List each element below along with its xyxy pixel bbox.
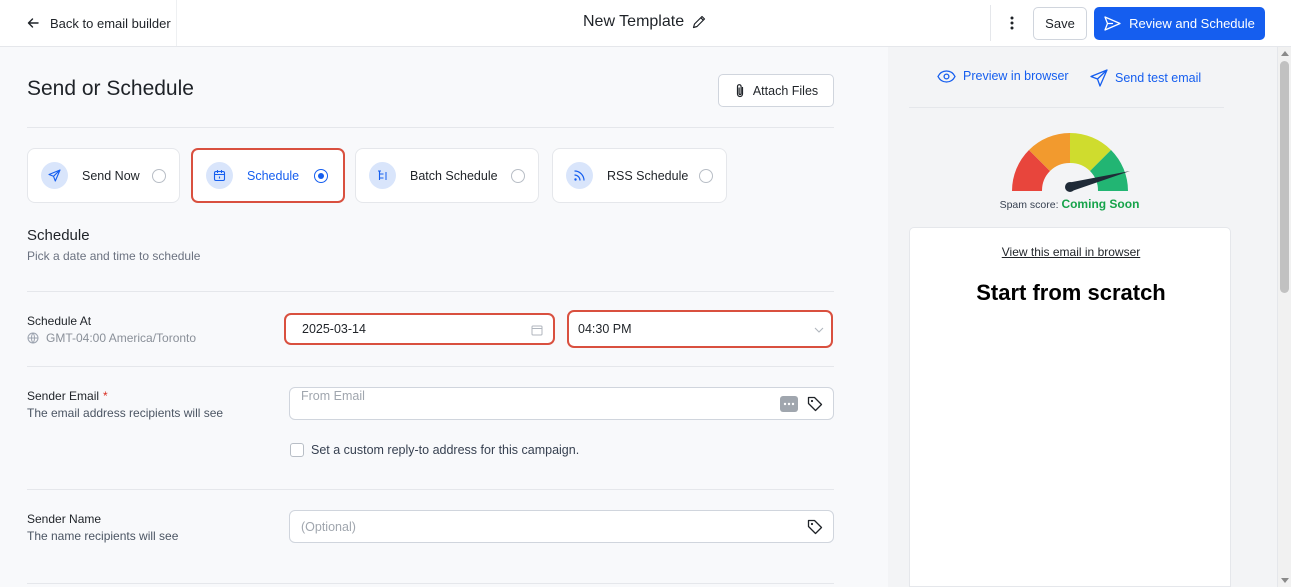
- globe-icon: [27, 332, 39, 344]
- scroll-thumb[interactable]: [1280, 61, 1289, 293]
- spam-gauge-icon: [1012, 133, 1130, 192]
- section-subtitle: Pick a date and time to schedule: [27, 249, 201, 263]
- sender-name-placeholder: (Optional): [301, 519, 356, 534]
- time-value: 04:30 PM: [578, 322, 632, 336]
- option-label: Send Now: [82, 168, 140, 183]
- timezone-text: GMT-04:00 America/Toronto: [46, 331, 197, 345]
- rss-icon: [566, 162, 593, 189]
- divider: [27, 127, 834, 128]
- scroll-down-icon[interactable]: [1281, 578, 1289, 583]
- option-batch-schedule[interactable]: Batch Schedule: [355, 148, 539, 203]
- send-icon: [1104, 16, 1121, 31]
- send-icon: [41, 162, 68, 189]
- view-in-browser-link[interactable]: View this email in browser: [910, 245, 1232, 259]
- page-title: Send or Schedule: [27, 77, 194, 100]
- review-label: Review and Schedule: [1129, 16, 1255, 31]
- spam-score-value: Coming Soon: [1061, 197, 1140, 211]
- back-to-builder-link[interactable]: Back to email builder: [0, 0, 177, 46]
- calendar-icon[interactable]: [531, 324, 543, 336]
- preview-panel: Preview in browser Send test email Spam …: [888, 47, 1277, 587]
- top-bar: Back to email builder New Template Save …: [0, 0, 1291, 47]
- custom-reply-checkbox[interactable]: [290, 443, 304, 457]
- scroll-up-icon[interactable]: [1281, 51, 1289, 56]
- template-title-text: New Template: [583, 13, 685, 30]
- sender-email-label: Sender Email *: [27, 389, 108, 403]
- review-and-schedule-button[interactable]: Review and Schedule: [1094, 7, 1265, 40]
- custom-reply-label: Set a custom reply-to address for this c…: [311, 443, 580, 457]
- time-select[interactable]: 04:30 PM: [567, 310, 833, 348]
- sender-name-label: Sender Name: [27, 512, 102, 526]
- more-horizontal-icon[interactable]: [780, 396, 798, 412]
- page-scrollbar[interactable]: [1277, 47, 1291, 587]
- template-title[interactable]: New Template: [583, 13, 707, 31]
- option-label: RSS Schedule: [607, 168, 689, 183]
- date-input[interactable]: 2025-03-14: [284, 313, 555, 345]
- divider: [27, 366, 834, 367]
- tag-icon[interactable]: [807, 396, 823, 412]
- required-mark: *: [103, 389, 108, 403]
- batch-icon: [369, 162, 396, 189]
- test-link-label: Send test email: [1115, 71, 1202, 85]
- attach-files-label: Attach Files: [752, 83, 819, 98]
- sender-email-sublabel: The email address recipients will see: [27, 406, 224, 420]
- tag-icon[interactable]: [807, 519, 823, 535]
- spam-score: Spam score: Coming Soon: [888, 197, 1251, 211]
- divider: [909, 107, 1224, 108]
- divider: [27, 489, 834, 490]
- option-schedule[interactable]: Schedule: [191, 148, 345, 203]
- option-send-now[interactable]: Send Now: [27, 148, 180, 203]
- preview-in-browser-link[interactable]: Preview in browser: [937, 69, 1069, 83]
- radio-batch-schedule[interactable]: [511, 169, 525, 183]
- option-rss-schedule[interactable]: RSS Schedule: [552, 148, 727, 203]
- divider: [27, 583, 834, 584]
- arrow-left-icon: [27, 18, 39, 28]
- divider: [27, 291, 834, 292]
- option-label: Schedule: [247, 168, 300, 183]
- paperclip-icon: [736, 83, 743, 97]
- save-button[interactable]: Save: [1033, 7, 1087, 40]
- option-label: Batch Schedule: [410, 168, 498, 183]
- sender-email-label-text: Sender Email: [27, 389, 100, 403]
- more-options-icon[interactable]: [1004, 13, 1020, 33]
- sender-name-sublabel: The name recipients will see: [27, 529, 179, 543]
- sender-email-placeholder: From Email: [301, 389, 365, 403]
- sender-name-input[interactable]: (Optional): [289, 510, 834, 543]
- preview-link-label: Preview in browser: [963, 69, 1069, 83]
- sender-email-input[interactable]: From Email: [289, 387, 834, 420]
- schedule-at-label: Schedule At: [27, 314, 92, 328]
- radio-rss-schedule[interactable]: [699, 169, 713, 183]
- divider: [990, 5, 991, 41]
- send-icon: [1090, 69, 1108, 87]
- main-content: Send or Schedule Attach Files Send Now S…: [0, 47, 888, 587]
- email-preview-card: View this email in browser Start from sc…: [909, 227, 1231, 587]
- back-label: Back to email builder: [50, 15, 171, 31]
- calendar-icon: [206, 162, 233, 189]
- timezone: GMT-04:00 America/Toronto: [27, 331, 196, 345]
- radio-send-now[interactable]: [152, 169, 166, 183]
- attach-files-button[interactable]: Attach Files: [718, 74, 834, 107]
- send-test-email-link[interactable]: Send test email: [1090, 69, 1201, 87]
- pencil-icon[interactable]: [691, 14, 707, 30]
- email-heading: Start from scratch: [976, 280, 1166, 305]
- date-value: 2025-03-14: [302, 322, 366, 336]
- chevron-down-icon: [814, 327, 824, 333]
- radio-schedule[interactable]: [314, 169, 328, 183]
- section-title: Schedule: [27, 227, 90, 244]
- eye-icon: [937, 69, 956, 83]
- spam-score-label: Spam score:: [999, 199, 1059, 211]
